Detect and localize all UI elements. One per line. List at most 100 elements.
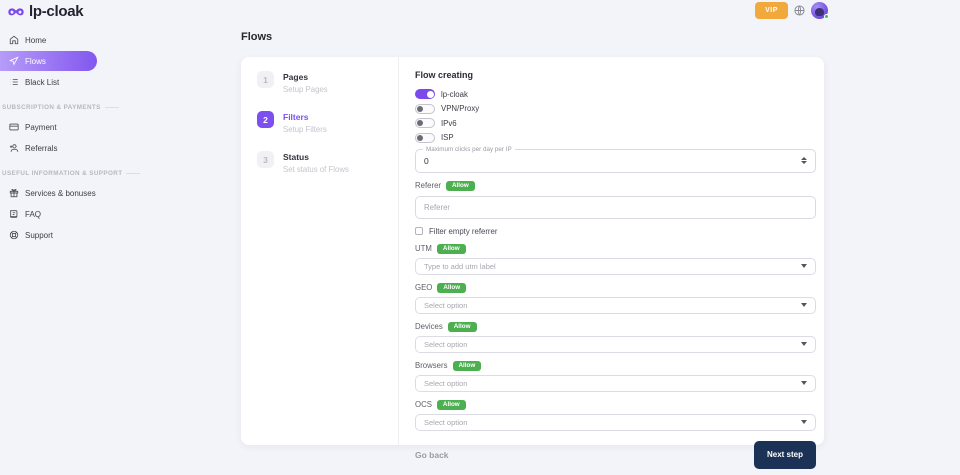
step-subtitle: Set status of Flows [283, 165, 349, 174]
geo-allow-badge[interactable]: Allow [437, 283, 466, 293]
step-subtitle: Setup Filters [283, 125, 327, 134]
sidebar-item-black-list[interactable]: Black List [0, 72, 100, 92]
chevron-down-icon [801, 303, 807, 307]
vpn-proxy-toggle[interactable] [415, 104, 435, 114]
sidebar-item-services[interactable]: Services & bonuses [0, 183, 100, 203]
form-heading: Flow creating [415, 70, 816, 80]
checkbox-label: Filter empty referrer [429, 227, 497, 236]
toggle-row-vpn-proxy[interactable]: VPN/Proxy [415, 104, 816, 114]
step-number: 1 [257, 71, 274, 88]
max-clicks-label: Maximum clicks per day per IP [423, 146, 515, 153]
max-clicks-input[interactable] [424, 156, 769, 166]
ipv6-toggle[interactable] [415, 118, 435, 128]
ocs-select-input[interactable] [424, 418, 801, 427]
next-step-button[interactable]: Next step [754, 441, 816, 469]
utm-select[interactable] [415, 258, 816, 275]
step-pages[interactable]: 1 Pages Setup Pages [257, 71, 398, 94]
geo-select[interactable] [415, 297, 816, 314]
browsers-select-input[interactable] [424, 379, 801, 388]
utm-allow-badge[interactable]: Allow [437, 244, 466, 254]
chevron-down-icon [801, 420, 807, 424]
online-status-dot [824, 14, 829, 19]
referer-input[interactable] [424, 203, 807, 212]
app-logo[interactable]: lp-cloak [8, 3, 83, 20]
home-icon [9, 35, 19, 45]
toggle-label: IPv6 [441, 119, 457, 128]
toggle-row-isp[interactable]: ISP [415, 133, 816, 143]
vip-button[interactable]: VIP [755, 2, 788, 19]
ocs-label: OCS [415, 400, 432, 409]
step-number: 3 [257, 151, 274, 168]
user-avatar[interactable] [811, 2, 828, 19]
logo-text: lp-cloak [29, 3, 83, 20]
step-status[interactable]: 3 Status Set status of Flows [257, 151, 398, 174]
go-back-button[interactable]: Go back [415, 450, 449, 460]
isp-toggle[interactable] [415, 133, 435, 143]
browsers-select[interactable] [415, 375, 816, 392]
sidebar-item-label: Flows [25, 57, 46, 66]
mask-icon [8, 6, 24, 18]
filter-empty-referrer-checkbox[interactable] [415, 227, 423, 235]
step-filters[interactable]: 2 Filters Setup Filters [257, 111, 398, 134]
step-title: Pages [283, 72, 328, 82]
header: lp-cloak VIP [0, 0, 960, 24]
toggle-row-lp-cloak[interactable]: lp-cloak [415, 89, 816, 99]
devices-allow-badge[interactable]: Allow [448, 322, 477, 332]
sidebar-item-flows[interactable]: Flows [0, 51, 97, 71]
browsers-label: Browsers [415, 361, 448, 370]
steps-column: 1 Pages Setup Pages 2 Filters Setup Filt… [241, 57, 399, 445]
sidebar-item-faq[interactable]: FAQ [0, 204, 100, 224]
filters-form: Flow creating lp-cloak VPN/Proxy IPv6 IS… [399, 57, 824, 445]
referer-allow-badge[interactable]: Allow [446, 181, 475, 191]
sidebar-item-payment[interactable]: Payment [0, 117, 100, 137]
sidebar-item-label: Home [25, 36, 46, 45]
toggle-row-ipv6[interactable]: IPv6 [415, 118, 816, 128]
sidebar-item-home[interactable]: Home [0, 30, 100, 50]
sidebar-item-referrals[interactable]: Referrals [0, 138, 100, 158]
sidebar-item-label: Services & bonuses [25, 189, 96, 198]
number-stepper[interactable] [801, 157, 807, 164]
sidebar-item-label: Black List [25, 78, 59, 87]
chevron-down-icon [801, 342, 807, 346]
language-globe-icon[interactable] [794, 5, 805, 16]
sidebar-item-label: Payment [25, 123, 57, 132]
toggle-label: lp-cloak [441, 90, 468, 99]
step-number: 2 [257, 111, 274, 128]
black-list-icon [9, 77, 19, 87]
flow-card: 1 Pages Setup Pages 2 Filters Setup Filt… [241, 57, 824, 445]
sidebar-item-label: Referrals [25, 144, 57, 153]
max-clicks-field[interactable]: Maximum clicks per day per IP [415, 149, 816, 173]
sidebar: Home Flows Black List SUBSCRIPTION & PAY… [0, 30, 100, 246]
step-title: Filters [283, 112, 327, 122]
step-title: Status [283, 152, 349, 162]
utm-select-input[interactable] [424, 262, 801, 271]
chevron-down-icon [801, 381, 807, 385]
sidebar-item-support[interactable]: Support [0, 225, 100, 245]
step-subtitle: Setup Pages [283, 85, 328, 94]
support-icon [9, 230, 19, 240]
devices-label: Devices [415, 322, 443, 331]
referrals-icon [9, 143, 19, 153]
devices-select-input[interactable] [424, 340, 801, 349]
ocs-allow-badge[interactable]: Allow [437, 400, 466, 410]
toggle-label: VPN/Proxy [441, 104, 479, 113]
filter-empty-referrer-row[interactable]: Filter empty referrer [415, 227, 816, 236]
ocs-select[interactable] [415, 414, 816, 431]
utm-label: UTM [415, 244, 432, 253]
referer-label: Referer [415, 181, 441, 190]
faq-icon [9, 209, 19, 219]
devices-select[interactable] [415, 336, 816, 353]
referer-field[interactable] [415, 196, 816, 219]
chevron-down-icon [801, 264, 807, 268]
geo-select-input[interactable] [424, 301, 801, 310]
flows-icon [9, 56, 19, 66]
page-title: Flows [241, 31, 272, 43]
sidebar-item-label: Support [25, 231, 53, 240]
lp-cloak-toggle[interactable] [415, 89, 435, 99]
sidebar-section-title: USEFUL INFORMATION & SUPPORT [2, 170, 100, 177]
browsers-allow-badge[interactable]: Allow [453, 361, 482, 371]
sidebar-section-title: SUBSCRIPTION & PAYMENTS [2, 104, 100, 111]
services-icon [9, 188, 19, 198]
toggle-label: ISP [441, 133, 454, 142]
payment-icon [9, 122, 19, 132]
